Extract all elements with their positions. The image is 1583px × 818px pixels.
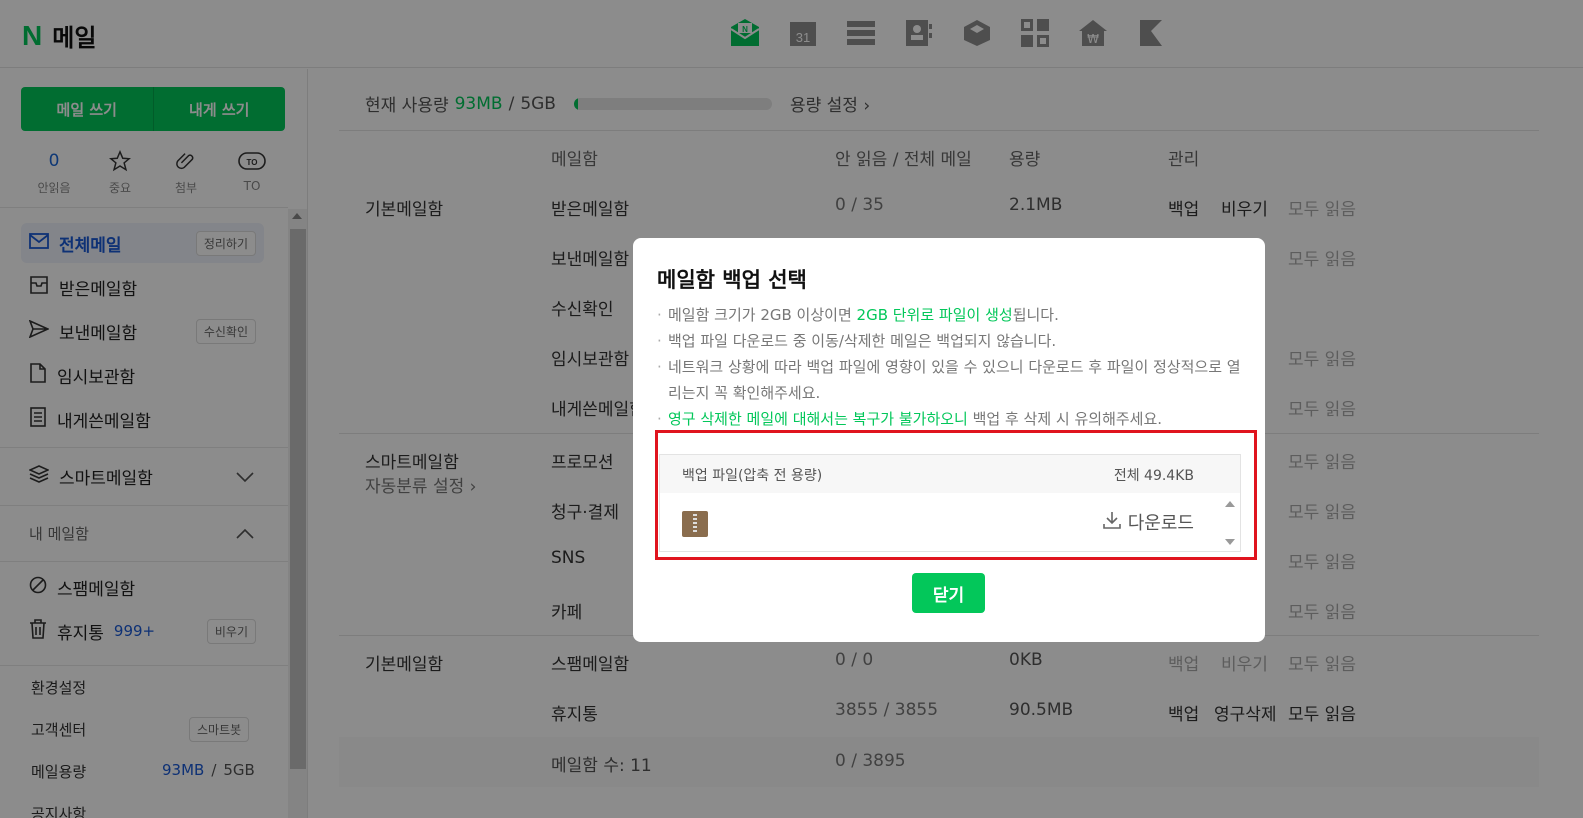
dialog-title: 메일함 백업 선택 <box>657 268 807 292</box>
scroll-down-arrow[interactable] <box>1225 539 1235 545</box>
file-list-scrollbar[interactable] <box>1220 493 1240 551</box>
note-item: 백업 파일 다운로드 중 이동/삭제한 메일은 백업되지 않습니다. <box>657 328 1247 354</box>
note-item: 메일함 크기가 2GB 이상이면 2GB 단위로 파일이 생성됩니다. <box>657 302 1247 328</box>
file-list-header: 백업 파일(압축 전 용량) 전체 49.4KB <box>660 455 1240 493</box>
note-text: 메일함 크기가 2GB 이상이면 <box>668 306 857 324</box>
download-label: 다운로드 <box>1127 513 1194 534</box>
note-item: 네트워크 상황에 따라 백업 파일에 영향이 있을 수 있으니 다운로드 후 파… <box>657 354 1247 406</box>
total-size: 전체 49.4KB <box>1113 468 1194 484</box>
zip-file-icon <box>682 511 708 537</box>
backup-file-list: 백업 파일(압축 전 용량) 전체 49.4KB 다운로드 <box>659 454 1241 552</box>
note-highlight: 영구 삭제한 메일에 대해서는 복구가 불가하오니 <box>668 410 968 428</box>
note-highlight: 2GB 단위로 파일이 생성 <box>856 306 1013 324</box>
close-button[interactable]: 닫기 <box>912 573 985 613</box>
file-header-label: 백업 파일(압축 전 용량) <box>682 468 823 484</box>
note-text: 됩니다. <box>1012 306 1059 324</box>
note-item: 영구 삭제한 메일에 대해서는 복구가 불가하오니 백업 후 삭제 시 유의해주… <box>657 406 1247 432</box>
backup-dialog: 메일함 백업 선택 메일함 크기가 2GB 이상이면 2GB 단위로 파일이 생… <box>633 238 1265 642</box>
file-row: 다운로드 <box>660 493 1240 551</box>
backup-notes: 메일함 크기가 2GB 이상이면 2GB 단위로 파일이 생성됩니다. 백업 파… <box>657 302 1247 432</box>
note-text: 백업 후 삭제 시 유의해주세요. <box>967 410 1163 428</box>
download-button[interactable]: 다운로드 <box>1102 509 1194 535</box>
scroll-up-arrow[interactable] <box>1225 501 1235 507</box>
download-icon <box>1102 510 1122 535</box>
